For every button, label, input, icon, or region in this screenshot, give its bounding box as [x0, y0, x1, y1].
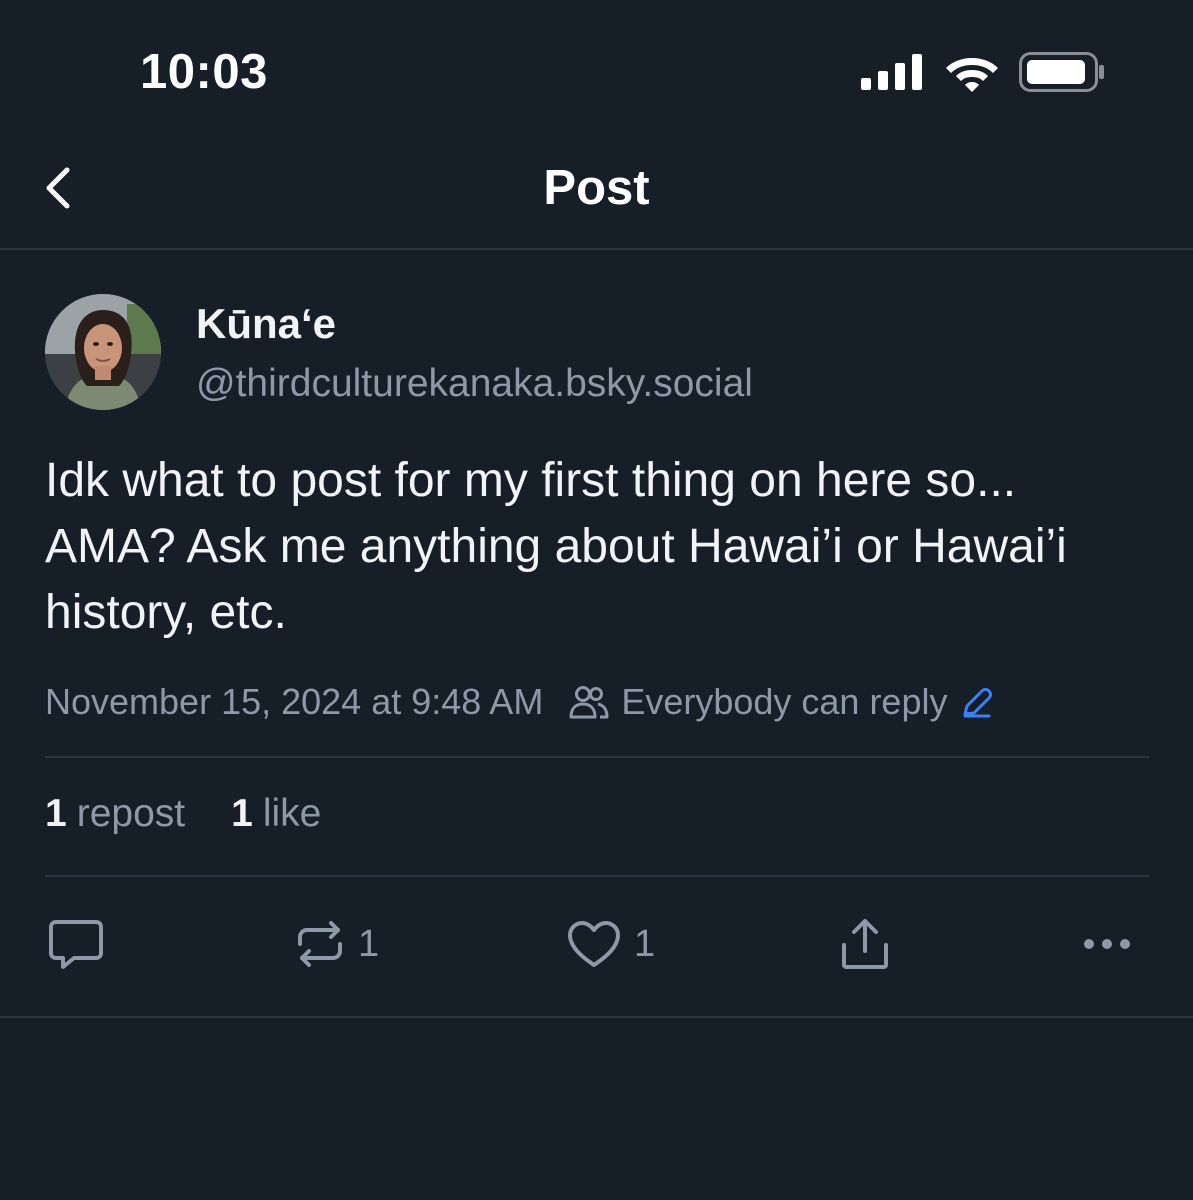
people-icon — [569, 686, 609, 719]
more-options-button[interactable] — [1082, 912, 1132, 976]
like-count-number: 1 — [231, 792, 253, 835]
divider — [45, 875, 1149, 877]
avatar-image — [45, 294, 161, 410]
repost-count-label: repost — [76, 792, 186, 835]
share-button[interactable] — [838, 912, 892, 976]
cellular-signal-icon — [861, 54, 922, 90]
status-bar: 10:03 — [0, 0, 1193, 140]
divider — [0, 1016, 1193, 1018]
engagement-counts: 1 repost 1 like — [45, 792, 321, 836]
heart-icon — [568, 921, 620, 967]
post-meta: November 15, 2024 at 9:48 AM Everybody c… — [45, 678, 993, 726]
status-time: 10:03 — [140, 45, 268, 99]
like-action-count: 1 — [634, 922, 656, 965]
like-count-link[interactable]: 1 like — [231, 792, 321, 836]
nav-bar: Post — [0, 140, 1193, 250]
post-text: Idk what to post for my first thing on h… — [45, 454, 1067, 639]
reply-setting-label: Everybody can reply — [621, 681, 948, 722]
avatar[interactable] — [45, 294, 161, 410]
repost-action-count: 1 — [358, 922, 380, 965]
reply-setting-button[interactable]: Everybody can reply — [543, 681, 993, 723]
repost-button[interactable]: 1 — [294, 912, 379, 976]
repost-icon — [298, 921, 342, 967]
reply-button[interactable] — [48, 912, 104, 976]
like-button[interactable]: 1 — [566, 912, 655, 976]
like-count-label: like — [262, 792, 322, 835]
author-display-name[interactable]: Kūnaʻe — [196, 300, 336, 348]
share-icon — [842, 919, 888, 969]
pencil-icon — [963, 688, 993, 718]
page-title: Post — [543, 161, 650, 215]
wifi-icon — [946, 58, 998, 92]
ellipsis-icon — [1084, 939, 1130, 949]
post-timestamp: November 15, 2024 at 9:48 AM — [45, 681, 544, 722]
divider — [45, 756, 1149, 758]
author-handle[interactable]: @thirdculturekanaka.bsky.social — [196, 362, 753, 406]
status-icons — [861, 50, 1105, 94]
repost-count-link[interactable]: 1 repost — [45, 792, 185, 836]
repost-count-number: 1 — [45, 792, 67, 835]
post-actions: 1 1 — [0, 912, 1193, 976]
battery-icon — [1019, 52, 1104, 92]
reply-icon — [49, 920, 103, 969]
